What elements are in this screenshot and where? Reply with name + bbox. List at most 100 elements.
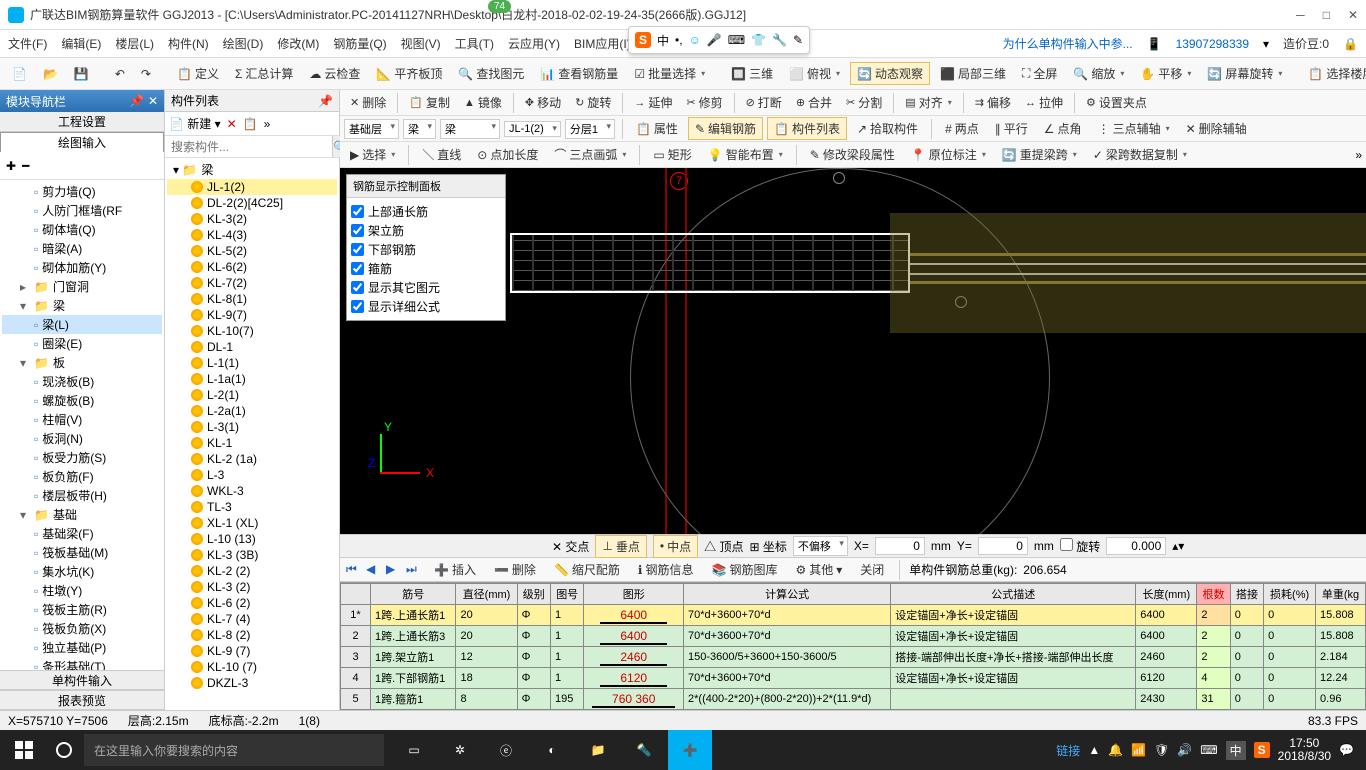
new-file-button[interactable]: 📄 [6,65,33,83]
tree-item[interactable]: ▫柱墩(Y) [2,581,162,600]
col-header[interactable] [341,584,371,605]
tree-item[interactable]: ▫剪力墙(Q) [2,182,162,201]
component-item[interactable]: KL-3 (3B) [167,547,337,563]
component-item[interactable]: KL-9(7) [167,307,337,323]
tray-link[interactable]: 链接 [1056,742,1080,759]
align-button[interactable]: ▤ 对齐▾ [899,92,957,113]
tree-item[interactable]: ▫砌体加筋(Y) [2,258,162,277]
menu-rebar[interactable]: 钢筋量(Q) [333,35,386,52]
menu-bim[interactable]: BIM应用(I) [574,35,631,52]
tree-item[interactable]: ▫人防门框墙(RF [2,201,162,220]
batch-select-button[interactable]: ☑ 批量选择▾ [628,63,711,84]
component-item[interactable]: KL-3 (2) [167,579,337,595]
col-header[interactable]: 直径(mm) [456,584,517,605]
edit-rebar-button[interactable]: ✎ 编辑钢筋 [688,117,763,140]
component-item[interactable]: KL-6(2) [167,259,337,275]
del-axis-button[interactable]: ✕ 删除辅轴 [1180,118,1253,139]
tray-ime[interactable]: 中 [1226,741,1246,760]
ime-toolbar[interactable]: S 中 •, ☺ 🎤 ⌨ 👕 🔧 ✎ [628,26,810,54]
delete-row-button[interactable]: ➖ 删除 [488,559,542,580]
x-input[interactable] [875,537,925,555]
type-select[interactable]: 梁 [440,119,500,139]
tree-item[interactable]: ▫集水坑(K) [2,562,162,581]
tree-item[interactable]: ▫板负筋(F) [2,467,162,486]
split-button[interactable]: ✂ 分割 [840,92,888,113]
tree-item[interactable]: ▫梁(L) [2,315,162,334]
start-button[interactable] [4,730,44,770]
three-point-button[interactable]: ⋮ 三点辅轴▾ [1092,118,1176,139]
tab-project-settings[interactable]: 工程设置 [0,112,164,132]
component-item[interactable]: L-3 [167,467,337,483]
component-item[interactable]: L-1a(1) [167,371,337,387]
prev-button[interactable]: ◀ [366,562,382,578]
3d-viewport[interactable]: 钢筋显示控制面板 上部通长筋 架立筋 下部钢筋 箍筋 显示其它图元 显示详细公式… [340,168,1366,534]
next-button[interactable]: ▶ [386,562,402,578]
maximize-button[interactable]: □ [1323,8,1330,22]
arc-button[interactable]: ⌒ 三点画弧▾ [548,144,632,165]
component-item[interactable]: KL-2 (1a) [167,451,337,467]
component-item[interactable]: KL-7(2) [167,275,337,291]
tree-root[interactable]: ▾ 📁 梁 [167,160,337,179]
tab-draw-input[interactable]: 绘图输入 [0,132,164,152]
tree-item[interactable]: ▫暗梁(A) [2,239,162,258]
component-item[interactable]: L-2a(1) [167,403,337,419]
col-header[interactable]: 图形 [584,584,684,605]
rebar-lib-button[interactable]: 📚 钢筋图库 [705,559,783,580]
copy-component-button[interactable]: 📋 [243,117,258,131]
component-item[interactable]: KL-4(3) [167,227,337,243]
close-grid-button[interactable]: 关闭 [854,559,890,580]
orbit-handle[interactable] [833,172,845,184]
tray-kb-icon[interactable]: ⌨ [1200,743,1217,757]
stretch-button[interactable]: ↔ 拉伸 [1019,92,1069,113]
close-button[interactable]: ✕ [1348,8,1358,22]
undo-button[interactable]: ↶ [109,65,131,83]
select-button[interactable]: ▶ 选择▾ [344,144,401,165]
taskbar-search[interactable]: 在这里输入你要搜索的内容 [84,734,384,766]
offset-button[interactable]: ⇉ 偏移 [969,92,1017,113]
col-header[interactable]: 根数 [1197,584,1230,605]
col-header[interactable]: 筋号 [371,584,456,605]
component-item[interactable]: L-1(1) [167,355,337,371]
rotate-checkbox[interactable] [1060,538,1073,551]
trim-button[interactable]: ✂ 修剪 [680,92,728,113]
component-item[interactable]: KL-9 (7) [167,643,337,659]
tab-single-input[interactable]: 单构件输入 [0,670,164,690]
col-header[interactable]: 长度(mm) [1136,584,1197,605]
component-item[interactable]: XL-1 (XL) [167,515,337,531]
col-header[interactable]: 搭接 [1230,584,1263,605]
display-option[interactable]: 显示其它图元 [351,278,501,297]
align-top-button[interactable]: 📐 平齐板顶 [370,63,448,84]
menu-file[interactable]: 文件(F) [8,35,47,52]
first-button[interactable]: ⏮ [346,562,362,578]
component-item[interactable]: KL-10 (7) [167,659,337,675]
ime-mode[interactable]: 中 [657,32,669,49]
task-view-button[interactable]: ▭ [392,730,436,770]
mirror-button[interactable]: ▲ 镜像 [458,92,508,113]
snap-perp[interactable]: ⊥ 垂点 [595,535,646,558]
tree-item[interactable]: ▫独立基础(P) [2,638,162,657]
snap-mid[interactable]: • 中点 [653,535,698,558]
component-item[interactable]: KL-5(2) [167,243,337,259]
app-torch-icon[interactable]: 🔦 [622,730,666,770]
tree-item[interactable]: ▫板受力筋(S) [2,448,162,467]
sum-button[interactable]: Σ 汇总计算 [229,63,299,84]
open-file-button[interactable]: 📂 [37,65,64,83]
save-button[interactable]: 💾 [68,65,95,83]
snap-coord[interactable]: ⊞ 坐标 [749,538,786,555]
credit-label[interactable]: 造价豆:0 [1283,35,1329,52]
snap-intersect[interactable]: ✕ 交点 [552,538,589,555]
display-option[interactable]: 下部钢筋 [351,240,501,259]
col-header[interactable]: 单重(kg [1316,584,1366,605]
tree-item[interactable]: ▾📁基础 [2,505,162,524]
new-component-button[interactable]: 📄 新建 ▾ [169,115,221,132]
menu-component[interactable]: 构件(N) [168,35,209,52]
tree-item[interactable]: ▫砌体墙(Q) [2,220,162,239]
component-item[interactable]: WKL-3 [167,483,337,499]
component-item[interactable]: KL-6 (2) [167,595,337,611]
keyboard-icon[interactable]: ⌨ [728,33,745,47]
menu-view[interactable]: 视图(V) [401,35,441,52]
inplace-label-button[interactable]: 📍 原位标注▾ [905,144,992,165]
lock-icon[interactable]: 🔒 [1343,37,1358,51]
nav-tree[interactable]: ▫剪力墙(Q)▫人防门框墙(RF▫砌体墙(Q)▫暗梁(A)▫砌体加筋(Y)▸📁门… [0,180,164,670]
component-item[interactable]: L-2(1) [167,387,337,403]
